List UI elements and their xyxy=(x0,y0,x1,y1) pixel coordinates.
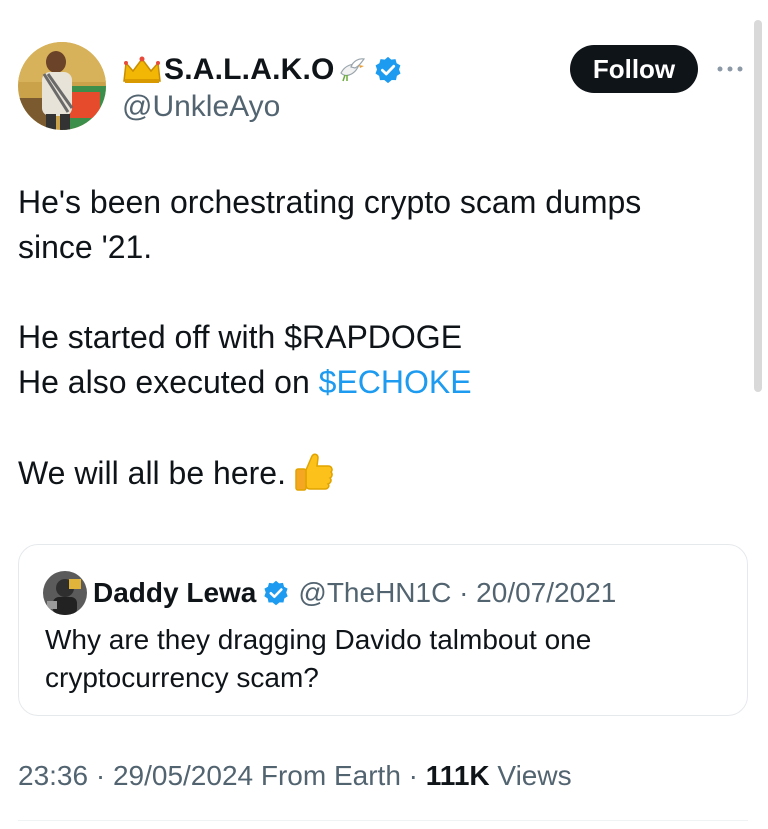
quote-handle-date: @TheHN1C · 20/07/2021 xyxy=(298,577,617,608)
quoted-tweet[interactable]: Daddy Lewa @TheHN1C · 20/07/2021 Why are… xyxy=(18,544,748,716)
author-avatar[interactable] xyxy=(18,42,106,130)
author-name-row[interactable]: S.A.L.A.K.O xyxy=(122,52,403,88)
tweet-card: S.A.L.A.K.O @UnkleAyo Follow He's been o… xyxy=(0,0,768,829)
author-handle[interactable]: @UnkleAyo xyxy=(122,90,280,124)
verified-badge-icon xyxy=(262,579,290,607)
tweet-line: He started off with $RAPDOGE xyxy=(18,319,463,355)
quote-author-avatar[interactable] xyxy=(43,571,87,615)
views-label: Views xyxy=(489,760,572,791)
tweet-line: We will all be here. xyxy=(18,450,738,496)
scrollbar[interactable] xyxy=(754,20,762,392)
tweet-line: since '21. xyxy=(18,229,153,265)
more-dots-icon xyxy=(717,66,743,72)
dove-icon xyxy=(337,55,367,85)
follow-button[interactable]: Follow xyxy=(570,45,698,93)
quote-author-name[interactable]: Daddy Lewa xyxy=(93,577,256,609)
author-display-name[interactable]: S.A.L.A.K.O xyxy=(164,53,335,87)
thumbs-up-icon xyxy=(292,450,336,494)
tweet-line: He also executed on $ECHOKE xyxy=(18,360,738,405)
more-options-button[interactable] xyxy=(712,54,748,84)
crown-icon xyxy=(122,55,162,85)
quote-text: Why are they dragging Davido talmbout on… xyxy=(45,624,592,693)
quote-header: Daddy Lewa @TheHN1C · 20/07/2021 xyxy=(93,573,616,613)
timestamp[interactable]: 23:36 · 29/05/2024 From Earth · xyxy=(18,760,426,791)
cashtag-link[interactable]: $ECHOKE xyxy=(319,364,472,400)
tweet-line-text: We will all be here. xyxy=(18,455,286,491)
verified-badge-icon[interactable] xyxy=(373,55,403,85)
tweet-meta: 23:36 · 29/05/2024 From Earth · 111K Vie… xyxy=(18,760,572,792)
tweet-line-prefix: He also executed on xyxy=(18,364,319,400)
divider xyxy=(18,820,748,821)
tweet-line: He's been orchestrating crypto scam dump… xyxy=(18,184,642,220)
views-count: 111K xyxy=(425,760,490,791)
tweet-text: He's been orchestrating crypto scam dump… xyxy=(18,180,738,496)
